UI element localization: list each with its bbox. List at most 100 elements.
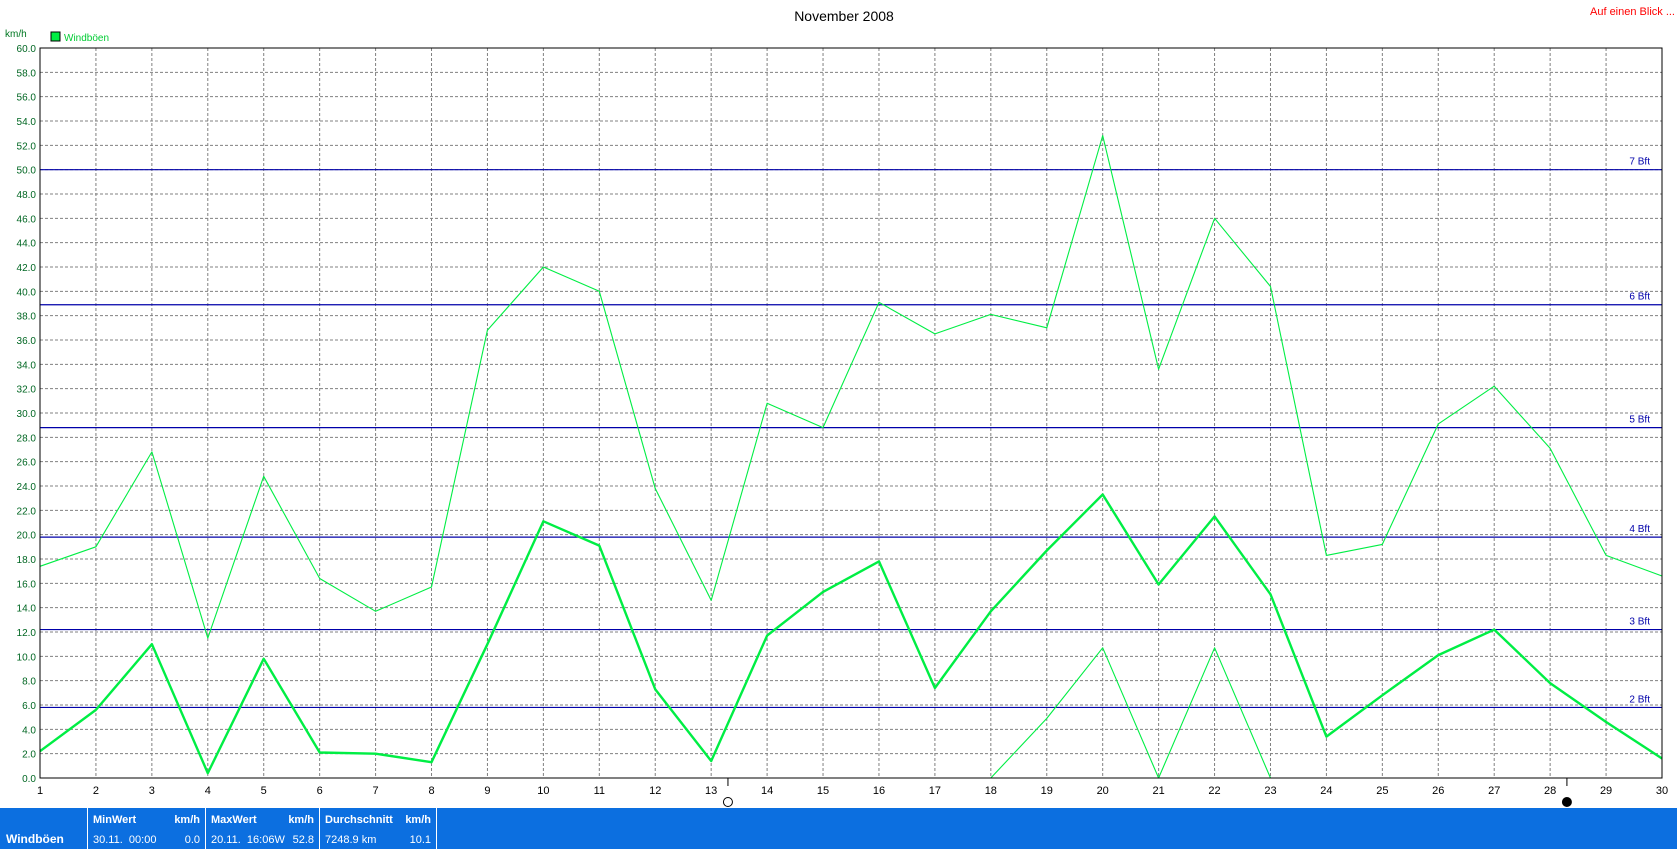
y-tick-label: 8.0	[22, 677, 36, 688]
stats-footer: Windböen MinWert km/h 30.11. 00:00 0.0 M…	[0, 808, 1677, 849]
x-tick-label: 2	[93, 785, 99, 797]
avg-label: Durchschnitt	[325, 814, 393, 826]
y-tick-label: 38.0	[17, 312, 37, 323]
x-tick-label: 13	[705, 785, 717, 797]
x-axis-ticks: 1 2 3 4 5 6 7 8 9 10 11 12 13 14 15 16 17 18 19 20 21 22 23 24 2…	[37, 785, 1668, 797]
x-tick-label: 9	[484, 785, 490, 797]
x-tick-label: 27	[1488, 785, 1500, 797]
y-tick-label: 24.0	[17, 482, 37, 493]
x-tick-label: 26	[1432, 785, 1444, 797]
x-tick-label: 25	[1376, 785, 1388, 797]
legend-label: Windböen	[64, 33, 109, 44]
x-tick-label: 23	[1264, 785, 1276, 797]
beaufort-label: 6 Bft	[1629, 292, 1650, 303]
y-tick-label: 2.0	[22, 750, 36, 761]
y-tick-label: 52.0	[17, 141, 37, 152]
y-axis-unit-label: km/h	[5, 29, 27, 40]
x-tick-label: 7	[373, 785, 379, 797]
y-tick-label: 0.0	[22, 774, 36, 785]
series-line	[39, 135, 1663, 639]
full-moon-icon	[722, 797, 733, 807]
x-tick-label: 11	[594, 785, 605, 797]
y-tick-label: 6.0	[22, 701, 36, 712]
y-tick-label: 54.0	[17, 117, 37, 128]
min-unit: km/h	[174, 814, 200, 826]
y-tick-label: 42.0	[17, 263, 37, 274]
x-tick-label: 15	[817, 785, 829, 797]
y-tick-label: 16.0	[17, 579, 37, 590]
max-unit: km/h	[288, 814, 314, 826]
new-moon-icon	[1561, 797, 1572, 807]
min-label: MinWert	[93, 814, 137, 826]
beaufort-label: 5 Bft	[1629, 415, 1650, 426]
min-stat: MinWert km/h 30.11. 00:00 0.0	[88, 808, 206, 849]
y-tick-label: 18.0	[17, 555, 37, 566]
min-time: 00:00	[128, 834, 157, 846]
min-date: 30.11.	[93, 834, 123, 846]
beaufort-label: 3 Bft	[1629, 617, 1650, 628]
x-tick-label: 16	[873, 785, 885, 797]
y-tick-label: 28.0	[17, 433, 37, 444]
x-tick-label: 10	[537, 785, 549, 797]
x-tick-label: 28	[1544, 785, 1556, 797]
y-tick-label: 22.0	[17, 506, 37, 517]
max-stat: MaxWert km/h 20.11. 16:06W 52.8	[206, 808, 320, 849]
avg-stat: Durchschnitt km/h 7248.9 km 10.1	[320, 808, 437, 849]
x-tick-label: 3	[149, 785, 155, 797]
y-tick-label: 14.0	[17, 604, 37, 615]
x-tick-label: 24	[1320, 785, 1332, 797]
y-tick-label: 60.0	[17, 44, 37, 55]
y-tick-label: 50.0	[17, 166, 37, 177]
beaufort-label: 4 Bft	[1629, 524, 1650, 535]
y-tick-label: 58.0	[17, 68, 37, 79]
x-tick-label: 22	[1208, 785, 1220, 797]
chart-title: November 2008	[794, 8, 894, 24]
footer-empty-area	[437, 808, 1677, 849]
x-tick-label: 21	[1152, 785, 1164, 797]
min-value: 0.0	[184, 834, 200, 846]
x-tick-label: 6	[317, 785, 323, 797]
y-tick-label: 56.0	[17, 93, 37, 104]
x-tick-label: 8	[428, 785, 434, 797]
y-tick-label: 44.0	[17, 239, 37, 250]
max-value: 52.8	[292, 834, 314, 846]
x-tick-label: 5	[261, 785, 267, 797]
y-tick-label: 20.0	[17, 531, 37, 542]
y-axis-ticks: 0.0 2.0 4.0 6.0 8.0 10.0 12.0 14.0 16.0 18.0 20.0 2…	[17, 44, 37, 785]
x-tick-label: 30	[1656, 785, 1668, 797]
avg-value: 10.1	[409, 834, 431, 846]
max-direction: W	[274, 834, 285, 846]
y-tick-label: 46.0	[17, 214, 37, 225]
x-tick-label: 20	[1097, 785, 1109, 797]
x-tick-label: 14	[761, 785, 773, 797]
y-tick-label: 30.0	[17, 409, 37, 420]
x-tick-label: 4	[205, 785, 211, 797]
avg-distance: 7248.9 km	[325, 834, 377, 846]
x-tick-label: 18	[985, 785, 997, 797]
wind-gust-chart: November 2008 Auf einen Blick ... km/h W…	[5, 6, 1675, 807]
at-a-glance-link[interactable]: Auf einen Blick ...	[1590, 6, 1675, 18]
y-tick-label: 40.0	[17, 287, 37, 298]
max-label: MaxWert	[211, 814, 257, 826]
x-tick-label: 29	[1600, 785, 1612, 797]
series-line	[39, 493, 1663, 775]
max-time: 16:06	[246, 834, 275, 846]
footer-series-label: Windböen	[0, 808, 88, 849]
y-tick-label: 4.0	[22, 725, 36, 736]
x-tick-label: 17	[929, 785, 941, 797]
series-line	[990, 647, 1272, 779]
y-tick-label: 34.0	[17, 360, 37, 371]
x-tick-label: 1	[37, 785, 43, 797]
y-tick-label: 10.0	[17, 652, 37, 663]
avg-unit: km/h	[405, 814, 431, 826]
y-tick-label: 26.0	[17, 458, 37, 469]
y-tick-label: 48.0	[17, 190, 37, 201]
y-tick-label: 36.0	[17, 336, 37, 347]
y-tick-label: 12.0	[17, 628, 37, 639]
beaufort-label: 2 Bft	[1629, 694, 1650, 705]
y-tick-label: 32.0	[17, 385, 37, 396]
beaufort-label: 7 Bft	[1629, 157, 1650, 168]
beaufort-lines: 2 Bft 3 Bft 4 Bft 5 Bft 6 Bft 7 Bft	[40, 157, 1662, 709]
x-tick-label: 19	[1041, 785, 1053, 797]
legend-swatch	[50, 31, 61, 42]
